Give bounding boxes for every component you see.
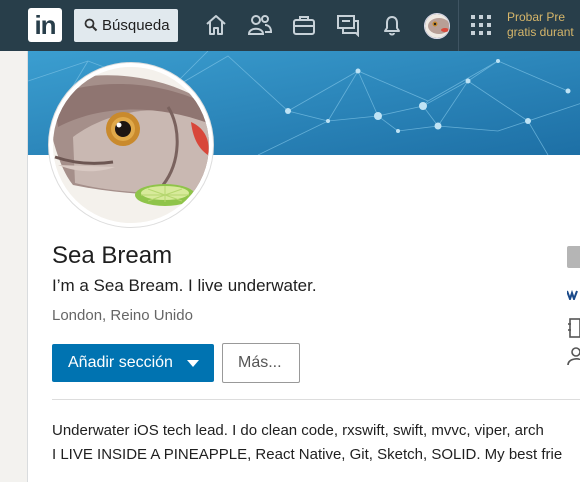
page-background [0, 51, 27, 482]
more-label: Más... [238, 354, 282, 371]
linkedin-logo[interactable]: in [28, 8, 62, 42]
premium-link[interactable]: Probar Pre gratis durant [507, 10, 574, 40]
home-icon[interactable] [204, 13, 228, 37]
premium-line1: Probar Pre [507, 10, 566, 24]
logo-text: in [34, 10, 56, 40]
company-logo-icon[interactable] [567, 246, 580, 268]
connections-icon[interactable] [567, 346, 580, 366]
notifications-icon[interactable] [380, 13, 404, 37]
profile-location: London, Reino Unido [52, 307, 193, 324]
jobs-icon[interactable] [292, 13, 316, 37]
top-nav: in Búsqueda Probar Pre gratis durant [0, 0, 580, 51]
profile-headline: I’m a Sea Bream. I live underwater. [52, 276, 317, 295]
contact-info-icon[interactable] [568, 318, 580, 338]
network-icon[interactable] [247, 13, 273, 37]
more-button[interactable]: Más... [222, 343, 300, 383]
school-logo-icon[interactable] [567, 290, 580, 300]
chevron-down-icon [187, 360, 199, 367]
fish-thumbnail-icon [425, 14, 449, 38]
summary-line: Underwater iOS tech lead. I do clean cod… [52, 422, 544, 439]
profile-avatar[interactable] [424, 13, 450, 39]
section-divider [52, 399, 580, 400]
profile-photo[interactable] [49, 63, 213, 227]
add-section-button[interactable]: Añadir sección [52, 344, 214, 382]
nav-separator [458, 0, 459, 51]
search-placeholder: Búsqueda [102, 17, 170, 34]
summary-line: I LIVE INSIDE A PINEAPPLE, React Native,… [52, 446, 563, 463]
premium-line2: gratis durant [507, 25, 574, 39]
apps-grid-icon[interactable] [471, 15, 491, 35]
messaging-icon[interactable] [336, 13, 360, 37]
profile-name: Sea Bream [52, 242, 173, 269]
search-box[interactable]: Búsqueda [74, 9, 178, 42]
sea-bream-fish-icon [53, 67, 209, 223]
add-section-label: Añadir sección [68, 354, 173, 371]
search-icon [84, 18, 98, 32]
profile-summary: Underwater iOS tech lead. I do clean cod… [52, 419, 562, 467]
